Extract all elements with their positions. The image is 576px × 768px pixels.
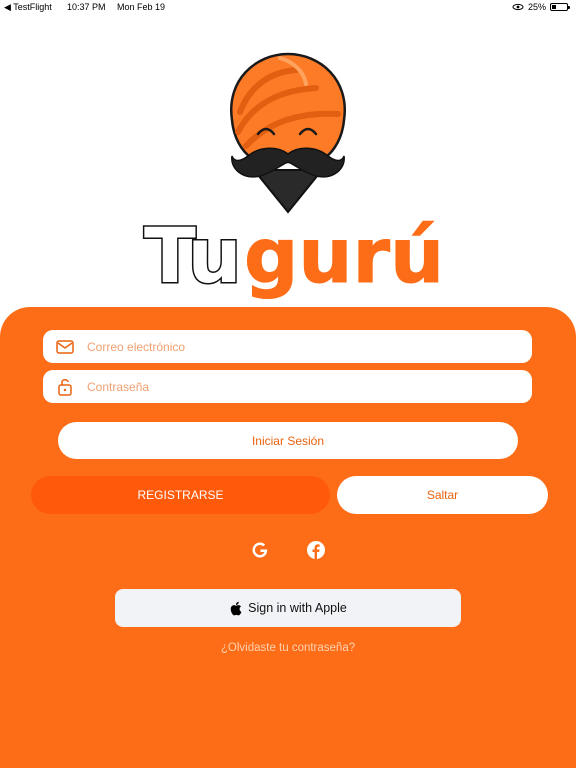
status-time: 10:37 PM: [67, 2, 106, 12]
mail-icon: [43, 339, 87, 354]
login-button[interactable]: Iniciar Sesión: [58, 422, 518, 459]
status-date: Mon Feb 19: [117, 2, 166, 12]
password-field[interactable]: [43, 370, 532, 403]
apple-icon: [230, 601, 242, 615]
lock-icon: [43, 378, 87, 396]
battery-percent: 25%: [527, 2, 546, 12]
screen-mirror-icon: [512, 3, 524, 11]
brand-logo: Tu gurú: [143, 212, 441, 302]
status-indicators: 25%: [512, 2, 570, 12]
password-input[interactable]: [87, 379, 507, 394]
skip-button[interactable]: Saltar: [337, 476, 548, 514]
back-to-app[interactable]: ◀ TestFlight: [4, 2, 52, 13]
google-icon: [252, 542, 268, 558]
register-button[interactable]: REGISTRARSE: [31, 476, 330, 514]
email-input[interactable]: [87, 339, 507, 354]
apple-signin-label: Sign in with Apple: [248, 601, 347, 615]
brand-part2: gurú: [244, 212, 440, 300]
mascot-logo: [229, 52, 347, 214]
facebook-login-button[interactable]: [304, 538, 328, 562]
forgot-password-link[interactable]: ¿Olvidaste tu contraseña?: [0, 642, 576, 654]
status-bar: ◀ TestFlight 10:37 PM Mon Feb 19 25%: [0, 0, 576, 16]
battery-icon: [550, 3, 570, 11]
google-login-button[interactable]: [248, 538, 272, 562]
apple-signin-button[interactable]: Sign in with Apple: [115, 589, 461, 627]
email-field[interactable]: [43, 330, 532, 363]
brand-part1: Tu: [144, 212, 242, 300]
facebook-icon: [307, 541, 325, 559]
